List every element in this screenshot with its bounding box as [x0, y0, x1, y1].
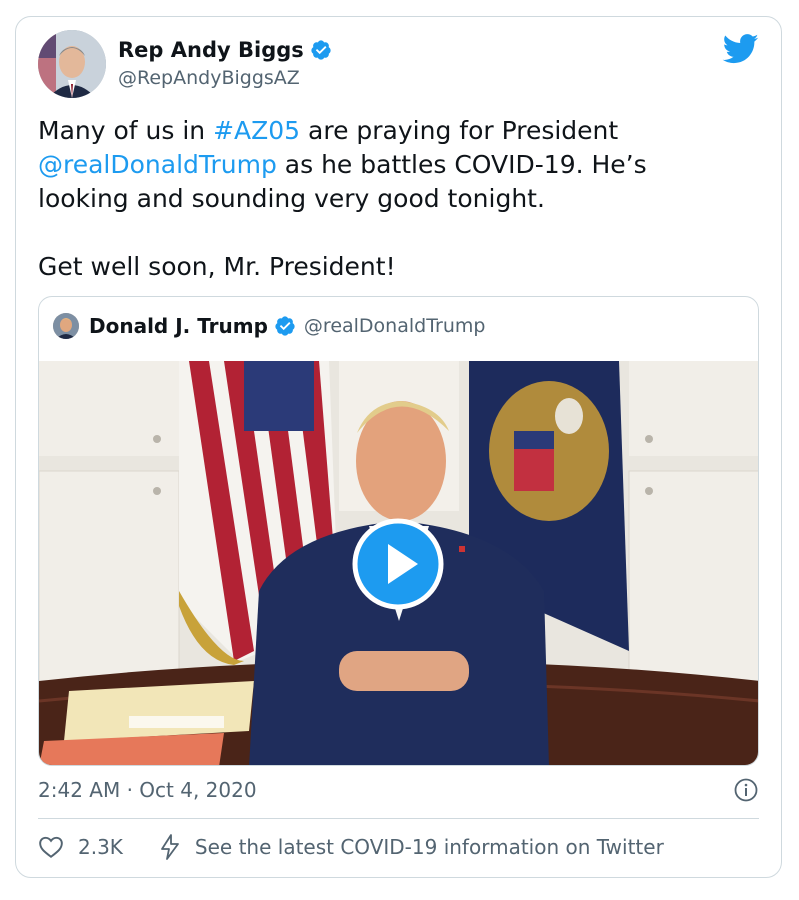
- play-button-icon[interactable]: [352, 518, 444, 610]
- quoted-tweet[interactable]: Donald J. Trump @realDonaldTrump: [38, 296, 759, 766]
- author-handle[interactable]: @RepAndyBiggsAZ: [118, 67, 300, 89]
- heart-icon[interactable]: [38, 835, 64, 859]
- tweet-text-segment: Many of us in: [38, 116, 214, 145]
- tweet-text-segment: are praying for President: [300, 116, 619, 145]
- quoted-author-name[interactable]: Donald J. Trump: [89, 314, 268, 338]
- covid-info-bolt-icon[interactable]: [159, 834, 181, 860]
- tweet-text-line: Get well soon, Mr. President!: [38, 252, 396, 281]
- covid-info-link[interactable]: See the latest COVID-19 information on T…: [195, 835, 664, 859]
- author-name[interactable]: Rep Andy Biggs: [118, 38, 304, 62]
- author-avatar[interactable]: [38, 30, 106, 98]
- verified-badge-icon: [275, 316, 295, 336]
- verified-badge-icon: [311, 40, 331, 60]
- tweet-actions: 2.3K See the latest COVID-19 information…: [38, 832, 664, 862]
- tweet-text-segment: as he battles COVID-19. He’s: [276, 150, 647, 179]
- info-icon[interactable]: [734, 778, 758, 802]
- quoted-author-avatar[interactable]: [53, 313, 79, 339]
- divider: [38, 818, 759, 819]
- twitter-bird-icon[interactable]: [722, 34, 760, 64]
- like-count[interactable]: 2.3K: [78, 835, 123, 859]
- video-thumbnail[interactable]: [39, 361, 758, 765]
- tweet-text-line: looking and sounding very good tonight.: [38, 184, 545, 213]
- tweet-timestamp[interactable]: 2:42 AM · Oct 4, 2020: [38, 778, 257, 802]
- tweet-text: Many of us in #AZ05 are praying for Pres…: [38, 114, 738, 284]
- quoted-author-handle[interactable]: @realDonaldTrump: [304, 315, 486, 337]
- mention-link[interactable]: @realDonaldTrump: [38, 150, 277, 179]
- hashtag-link[interactable]: #AZ05: [213, 116, 300, 145]
